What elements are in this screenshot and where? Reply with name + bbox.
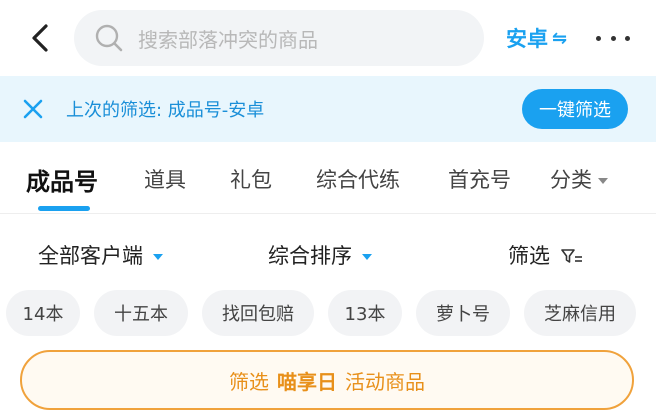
chip-tag[interactable]: 芝麻信用 (524, 290, 636, 336)
chip-tag[interactable]: 萝卜号 (416, 290, 510, 336)
search-input[interactable]: 搜索部落冲突的商品 (74, 10, 484, 66)
swap-icon: ⇋ (552, 27, 568, 49)
more-options-button[interactable] (596, 24, 630, 52)
caret-down-icon (362, 254, 372, 260)
promo-suffix: 活动商品 (345, 369, 425, 394)
sort-order-label: 综合排序 (268, 244, 352, 268)
sort-order-dropdown[interactable]: 综合排序 (268, 240, 372, 270)
chip-tag[interactable]: 13本 (328, 290, 402, 336)
more-dot-icon (596, 35, 601, 41)
last-filter-text: 上次的筛选: 成品号-安卓 (66, 100, 265, 121)
tab-first-charge[interactable]: 首充号 (448, 164, 511, 194)
close-icon (23, 99, 43, 119)
client-dropdown[interactable]: 全部客户端 (38, 240, 163, 270)
promo-highlight: 喵享日 (277, 369, 337, 394)
platform-switch[interactable]: 安卓 ⇋ (506, 22, 567, 54)
last-filter-bar: 上次的筛选: 成品号-安卓 一键筛选 (0, 76, 656, 142)
chevron-left-icon (32, 24, 48, 52)
caret-down-icon (598, 178, 608, 184)
tab-boosting[interactable]: 综合代练 (316, 164, 400, 194)
platform-label: 安卓 (506, 27, 548, 51)
category-tabs: 成品号 道具 礼包 综合代练 首充号 分类 (0, 142, 656, 214)
one-click-filter-button[interactable]: 一键筛选 (522, 89, 628, 129)
tab-finished-account[interactable]: 成品号 (26, 162, 98, 197)
filter-label: 筛选 (508, 244, 550, 268)
quick-tag-chips: 14本 十五本 找回包赔 13本 萝卜号 芝麻信用 (0, 290, 656, 338)
more-dot-icon (610, 35, 616, 41)
tab-category-label: 分类 (550, 168, 592, 192)
active-tab-indicator (38, 206, 90, 211)
promo-filter-button[interactable]: 筛选 喵享日 活动商品 (20, 350, 634, 410)
search-placeholder: 搜索部落冲突的商品 (138, 27, 318, 52)
sort-bar: 全部客户端 综合排序 筛选 (0, 228, 656, 280)
close-filter-button[interactable] (18, 94, 48, 124)
top-bar: 搜索部落冲突的商品 安卓 ⇋ (0, 0, 656, 76)
chip-tag[interactable]: 14本 (6, 290, 80, 336)
promo-prefix: 筛选 (229, 369, 269, 394)
chip-tag[interactable]: 找回包赔 (202, 290, 314, 336)
tab-category[interactable]: 分类 (550, 164, 608, 194)
client-dropdown-label: 全部客户端 (38, 244, 143, 268)
search-icon (95, 24, 123, 52)
chip-tag[interactable]: 十五本 (94, 290, 188, 336)
back-button[interactable] (22, 20, 58, 56)
filter-icon (560, 249, 582, 263)
tab-items[interactable]: 道具 (144, 164, 186, 194)
filter-button[interactable]: 筛选 (508, 240, 583, 270)
more-dot-icon (625, 35, 630, 41)
caret-down-icon (153, 254, 163, 260)
tab-gift-pack[interactable]: 礼包 (230, 164, 272, 194)
